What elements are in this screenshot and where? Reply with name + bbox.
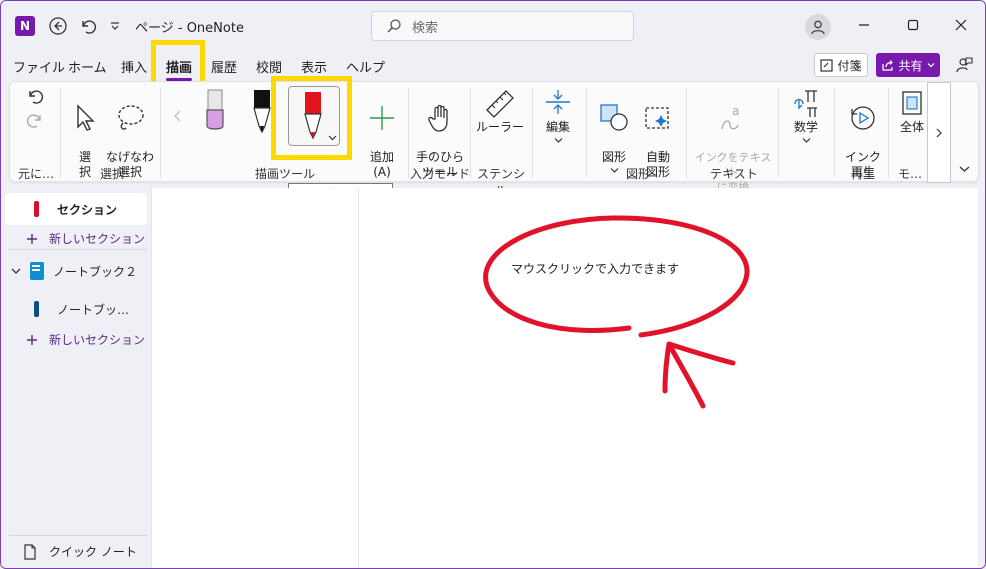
- canvas-text[interactable]: マウスクリックで入力できます: [511, 260, 679, 277]
- ink-arrow-stroke: [662, 341, 736, 409]
- ink-drawing: [483, 215, 750, 409]
- onenote-window: N ページ - OneNote 検索 ファイル ホーム 挿入 描画 履歴 校閲 …: [0, 0, 986, 569]
